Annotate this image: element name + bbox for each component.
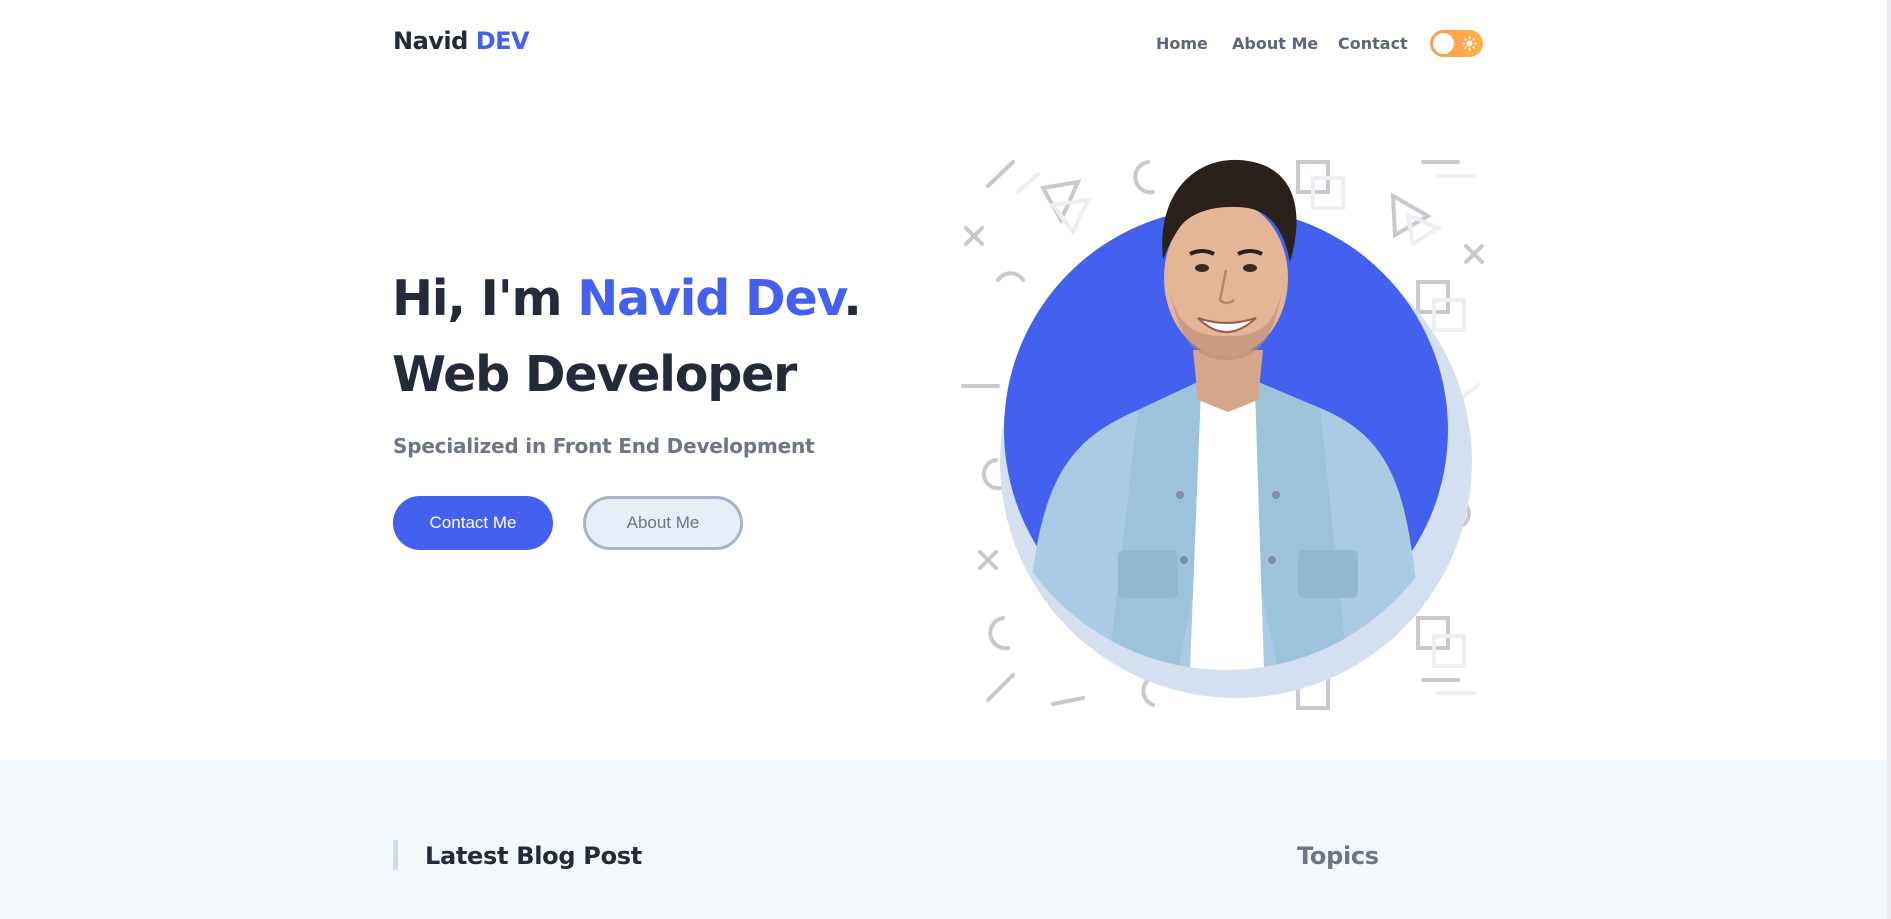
theme-toggle[interactable]	[1430, 30, 1483, 57]
blog-section	[0, 760, 1891, 919]
latest-blog-post-heading: Latest Blog Post	[425, 842, 642, 870]
toggle-knob	[1433, 33, 1454, 54]
hero-subtitle: Specialized in Front End Development	[393, 434, 815, 458]
page-scrollbar[interactable]	[1887, 0, 1891, 919]
hero-portrait-illustration	[961, 159, 1484, 710]
greeting-prefix: Hi, I'm	[392, 270, 578, 327]
greeting-suffix: .	[843, 270, 862, 327]
hero-greeting: Hi, I'm Navid Dev.	[392, 270, 862, 327]
sun-icon	[1462, 36, 1477, 51]
nav-about-me[interactable]: About Me	[1232, 34, 1318, 53]
site-header: Navid DEV Home About Me Contact	[0, 0, 1891, 88]
hero-role: Web Developer	[392, 346, 797, 403]
about-me-button[interactable]: About Me	[583, 496, 743, 550]
hero-name: Navid Dev	[577, 270, 844, 327]
nav-contact[interactable]: Contact	[1338, 34, 1408, 53]
logo-accent: DEV	[475, 27, 530, 55]
site-logo[interactable]: Navid DEV	[393, 27, 530, 55]
section-accent-bar	[393, 840, 398, 870]
contact-me-button[interactable]: Contact Me	[393, 496, 553, 550]
topics-heading: Topics	[1297, 842, 1379, 870]
nav-home[interactable]: Home	[1156, 34, 1208, 53]
logo-first: Navid	[393, 27, 468, 55]
